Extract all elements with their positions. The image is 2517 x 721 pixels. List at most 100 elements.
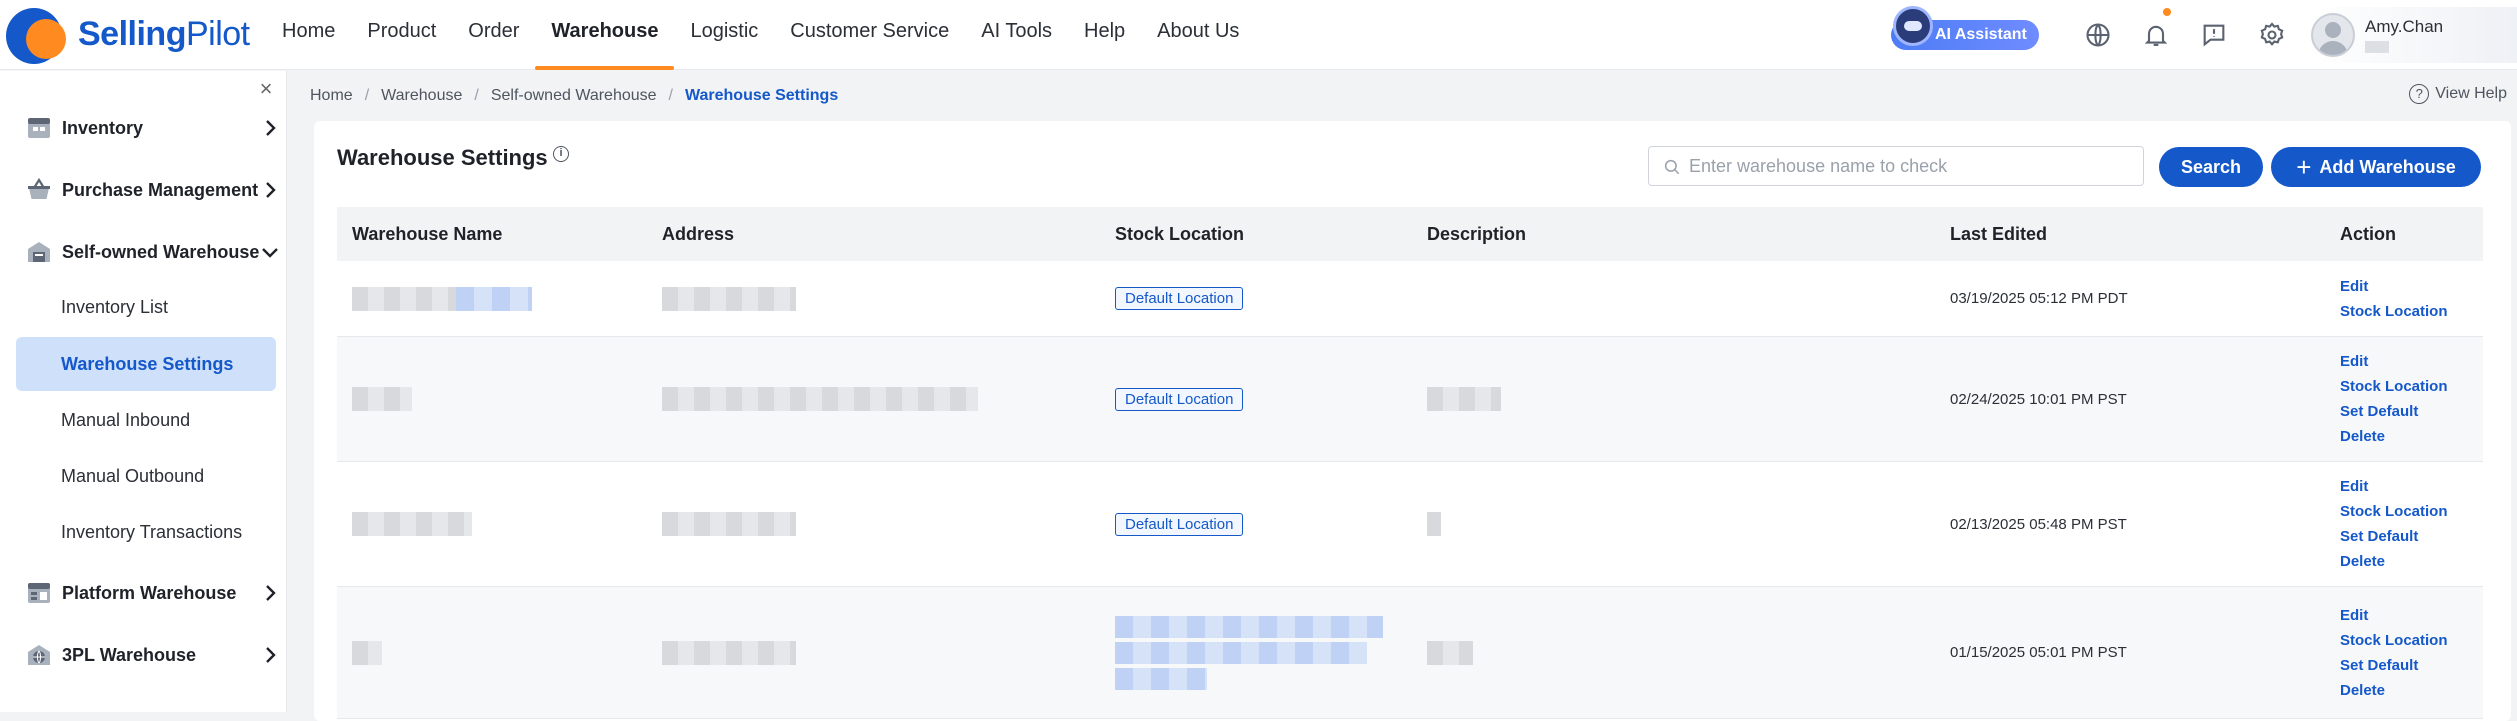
warehouse-table: Warehouse Name Address Stock Location De… xyxy=(337,207,2483,719)
last-edited-cell: 02/13/2025 05:48 PM PST xyxy=(1950,515,2127,533)
chevron-right-icon xyxy=(266,182,276,198)
set-default-link[interactable]: Set Default xyxy=(2340,524,2418,549)
redacted-text xyxy=(352,286,456,311)
stock-location-link[interactable]: Stock Location xyxy=(2340,374,2448,399)
nav-warehouse[interactable]: Warehouse xyxy=(535,0,675,70)
delete-link[interactable]: Delete xyxy=(2340,424,2385,449)
sidebar-group-self-owned-warehouse[interactable]: Self-owned Warehouse xyxy=(0,227,287,277)
nav-order[interactable]: Order xyxy=(452,0,535,70)
nav-help[interactable]: Help xyxy=(1068,0,1141,70)
action-cell: Edit Stock Location xyxy=(2331,261,2483,336)
add-warehouse-button[interactable]: + Add Warehouse xyxy=(2271,147,2481,187)
delete-link[interactable]: Delete xyxy=(2340,549,2385,574)
nav-logistic[interactable]: Logistic xyxy=(674,0,774,70)
bell-icon[interactable] xyxy=(2127,0,2185,70)
redacted-text xyxy=(1115,615,1383,638)
edit-link[interactable]: Edit xyxy=(2340,349,2368,374)
sidebar-item-manual-inbound[interactable]: Manual Inbound xyxy=(16,393,276,447)
table-row: Default Location 02/24/2025 10:01 PM PST… xyxy=(337,337,2483,462)
robot-icon xyxy=(1893,6,1933,46)
redacted-text xyxy=(662,512,796,536)
nav-about-us[interactable]: About Us xyxy=(1141,0,1255,70)
user-name: Amy.Chan xyxy=(2365,17,2444,36)
action-cell: Edit Stock Location Set Default Delete xyxy=(2331,337,2483,461)
info-icon[interactable]: i xyxy=(553,146,569,162)
description-cell xyxy=(1418,462,1941,586)
redacted-text xyxy=(1115,667,1207,690)
warehouse-settings-card: Warehouse Settings i Search + Add Warehou… xyxy=(314,121,2511,721)
table-row: Default Location 03/19/2025 05:12 PM PDT… xyxy=(337,261,2483,337)
search-button[interactable]: Search xyxy=(2159,147,2263,187)
column-header-action: Action xyxy=(2340,223,2396,244)
avatar xyxy=(2311,13,2355,57)
user-subtitle-redacted xyxy=(2365,41,2389,53)
stock-location-link[interactable]: Stock Location xyxy=(2340,299,2448,324)
gear-icon[interactable] xyxy=(2243,0,2301,70)
warehouse-name-cell xyxy=(337,462,653,586)
redacted-stock-locations xyxy=(1115,615,1383,690)
default-location-tag: Default Location xyxy=(1115,387,1244,411)
set-default-link[interactable]: Set Default xyxy=(2340,399,2418,424)
edit-link[interactable]: Edit xyxy=(2340,274,2368,299)
stock-location-cell xyxy=(1106,587,1418,718)
search-icon xyxy=(1664,159,1680,175)
sidebar-item-warehouse-settings[interactable]: Warehouse Settings xyxy=(16,337,276,391)
breadcrumb-home[interactable]: Home xyxy=(310,87,353,105)
sidebar-group-inventory[interactable]: Inventory xyxy=(0,103,287,153)
delete-link[interactable]: Delete xyxy=(2340,678,2385,703)
breadcrumb-current: Warehouse Settings xyxy=(685,87,839,104)
plus-icon: + xyxy=(2296,152,2312,182)
logo-mark-icon xyxy=(4,5,72,65)
breadcrumb-warehouse[interactable]: Warehouse xyxy=(381,87,462,105)
nav-customer-service[interactable]: Customer Service xyxy=(774,0,965,70)
stock-location-link[interactable]: Stock Location xyxy=(2340,499,2448,524)
ai-assistant-button[interactable]: AI Assistant xyxy=(1891,6,2039,50)
close-icon[interactable]: × xyxy=(254,76,278,101)
warehouse-name-cell xyxy=(337,587,653,718)
description-cell xyxy=(1418,337,1941,461)
sidebar-item-manual-outbound[interactable]: Manual Outbound xyxy=(16,449,276,503)
main-nav: Home Product Order Warehouse Logistic Cu… xyxy=(266,0,1255,70)
default-location-tag: Default Location xyxy=(1115,287,1244,310)
redacted-text xyxy=(352,387,412,411)
table-row: 01/15/2025 05:01 PM PST Edit Stock Locat… xyxy=(337,587,2483,719)
address-cell xyxy=(653,462,1106,586)
add-warehouse-label: Add Warehouse xyxy=(2319,156,2456,177)
breadcrumb: Home / Warehouse / Self-owned Warehouse … xyxy=(310,84,838,108)
sidebar-group-platform-warehouse[interactable]: Platform Warehouse xyxy=(0,568,287,618)
platform-icon xyxy=(28,583,50,603)
view-help-label: View Help xyxy=(2435,85,2507,102)
sidebar-group-label: 3PL Warehouse xyxy=(62,644,197,665)
nav-ai-tools[interactable]: AI Tools xyxy=(965,0,1068,70)
user-menu[interactable]: Amy.Chan xyxy=(2307,7,2517,63)
set-default-link[interactable]: Set Default xyxy=(2340,653,2418,678)
action-cell: Edit Stock Location Set Default Delete xyxy=(2331,462,2483,586)
search-input[interactable] xyxy=(1689,155,2143,177)
address-cell xyxy=(653,337,1106,461)
warehouse-name-cell xyxy=(337,337,653,461)
sidebar-item-inventory-list[interactable]: Inventory List xyxy=(16,280,276,334)
globe-icon[interactable] xyxy=(2069,0,2127,70)
search-box xyxy=(1648,146,2144,186)
sidebar-item-inventory-transactions[interactable]: Inventory Transactions xyxy=(16,505,276,559)
sidebar-group-3pl-warehouse[interactable]: 3PL Warehouse xyxy=(0,630,287,680)
chevron-down-icon xyxy=(262,248,278,258)
feedback-icon[interactable] xyxy=(2185,0,2243,70)
action-cell: Edit Stock Location Set Default Delete xyxy=(2331,587,2483,718)
redacted-text xyxy=(1427,387,1501,411)
redacted-text xyxy=(1115,641,1367,664)
redacted-text xyxy=(1427,512,1441,536)
edit-link[interactable]: Edit xyxy=(2340,603,2368,628)
nav-home[interactable]: Home xyxy=(266,0,351,70)
view-help-link[interactable]: ? View Help xyxy=(2409,84,2507,104)
breadcrumb-self-owned-warehouse[interactable]: Self-owned Warehouse xyxy=(491,87,657,105)
sellingpilot-logo[interactable]: SellingPilot xyxy=(4,5,266,65)
table-row: Default Location 02/13/2025 05:48 PM PST… xyxy=(337,462,2483,587)
stock-location-cell: Default Location xyxy=(1106,261,1418,336)
edit-link[interactable]: Edit xyxy=(2340,474,2368,499)
warehouse-icon xyxy=(28,242,50,262)
stock-location-link[interactable]: Stock Location xyxy=(2340,628,2448,653)
nav-product[interactable]: Product xyxy=(351,0,452,70)
sidebar-group-purchase-management[interactable]: Purchase Management xyxy=(0,165,287,215)
default-location-tag: Default Location xyxy=(1115,512,1244,536)
